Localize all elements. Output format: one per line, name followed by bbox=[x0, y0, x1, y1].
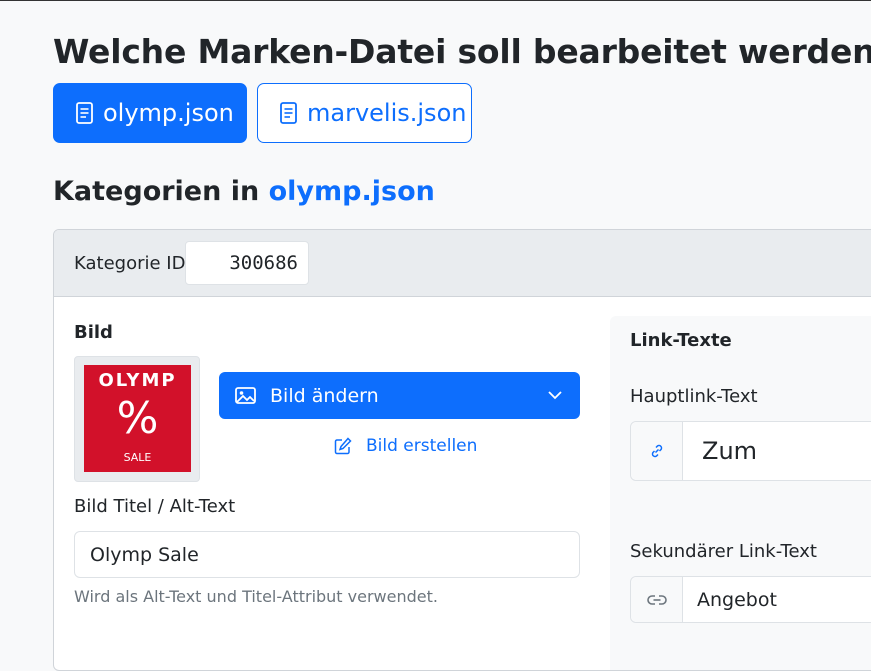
image-thumbnail: OLYMP % SALE bbox=[74, 356, 200, 482]
category-card: Kategorie ID 300686 Bild OLYMP % SALE Bi… bbox=[53, 229, 871, 671]
window-top-border bbox=[0, 0, 871, 1]
link-icon bbox=[651, 444, 662, 458]
main-link-input[interactable]: Zum bbox=[702, 422, 757, 480]
main-link-input-group[interactable]: Zum bbox=[630, 421, 871, 481]
secondary-link-input[interactable]: Angebot bbox=[697, 577, 777, 622]
page-title: Welche Marken-Datei soll bearbeitet werd… bbox=[53, 32, 871, 71]
file-button-label: marvelis.json bbox=[307, 99, 467, 127]
category-id-field[interactable]: 300686 bbox=[185, 241, 309, 285]
category-card-header: Kategorie ID 300686 bbox=[54, 230, 871, 297]
main-link-label: Hauptlink-Text bbox=[630, 386, 758, 407]
link-icon bbox=[646, 594, 667, 605]
secondary-link-label: Sekundärer Link-Text bbox=[630, 541, 817, 562]
create-image-link[interactable]: Bild erstellen bbox=[334, 436, 477, 456]
alt-text-label: Bild Titel / Alt-Text bbox=[74, 496, 236, 517]
link-texts-panel: Link-Texte Hauptlink-Text Zum Sekundärer… bbox=[610, 316, 871, 670]
file-text-icon bbox=[280, 102, 297, 124]
alt-text-help: Wird als Alt-Text und Titel-Attribut ver… bbox=[74, 587, 438, 606]
categories-heading-prefix: Kategorien in bbox=[53, 176, 260, 207]
category-id-label: Kategorie ID bbox=[74, 253, 186, 274]
thumbnail-brand: OLYMP bbox=[98, 370, 177, 391]
main-link-addon bbox=[631, 422, 683, 480]
olymp-sale-image: OLYMP % SALE bbox=[84, 365, 191, 472]
file-button-marvelis[interactable]: marvelis.json bbox=[257, 83, 472, 143]
change-image-label: Bild ändern bbox=[270, 384, 379, 407]
categories-heading: Kategorien in olymp.json bbox=[53, 176, 435, 207]
file-button-label: olymp.json bbox=[103, 99, 234, 127]
file-text-icon bbox=[76, 102, 93, 124]
pencil-square-icon bbox=[334, 437, 352, 455]
change-image-button[interactable]: Bild ändern bbox=[219, 372, 580, 419]
alt-text-input[interactable]: Olymp Sale bbox=[74, 531, 580, 578]
file-button-olymp[interactable]: olymp.json bbox=[53, 83, 247, 143]
thumbnail-caption: SALE bbox=[123, 451, 152, 464]
link-texts-title: Link-Texte bbox=[630, 330, 732, 351]
secondary-link-addon bbox=[631, 577, 683, 622]
chevron-down-icon bbox=[548, 391, 562, 400]
thumbnail-symbol: % bbox=[116, 393, 159, 444]
secondary-link-input-group[interactable]: Angebot bbox=[630, 576, 871, 623]
categories-heading-file: olymp.json bbox=[268, 176, 435, 207]
create-image-label: Bild erstellen bbox=[366, 436, 478, 456]
image-icon bbox=[235, 387, 256, 404]
image-section-title: Bild bbox=[74, 322, 113, 343]
